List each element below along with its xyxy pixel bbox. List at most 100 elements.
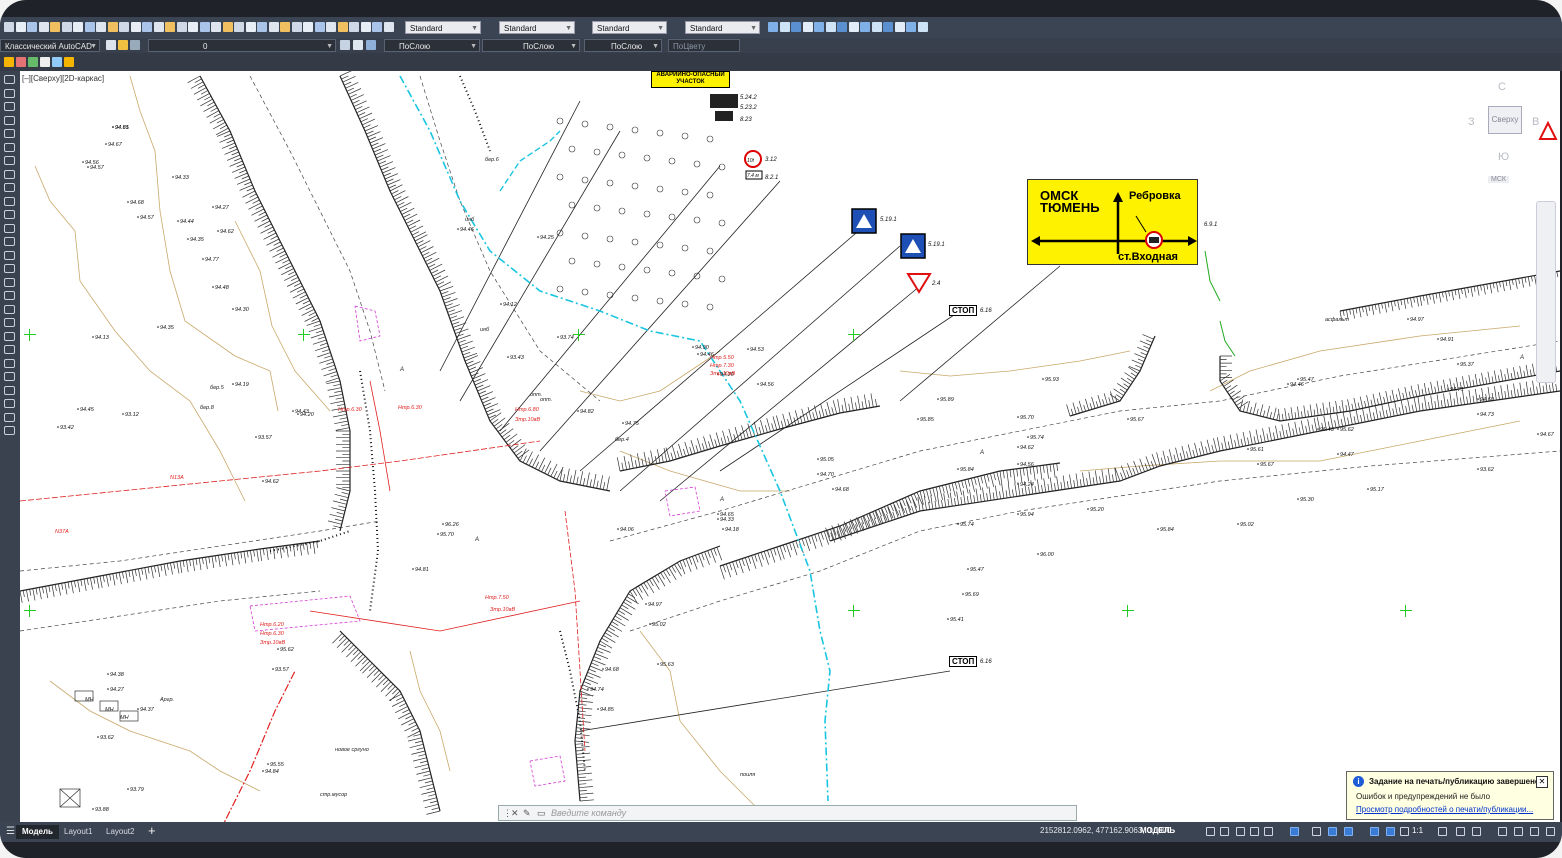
toolbar-tool-22-icon[interactable] [257, 22, 267, 32]
dim-style-combo[interactable]: Standard ▼ [499, 21, 575, 34]
linetype-combo[interactable]: ПоСлою ▼ [482, 39, 580, 52]
tab-model[interactable]: Модель [16, 825, 59, 839]
drawing-canvas[interactable]: 5.24.2 5.23.2 8.23 3.12 8.2.1 5.19.1 5.19.1 2.4… [20, 71, 1560, 822]
lineweight-combo[interactable]: ПоСлою ▼ [584, 39, 662, 52]
status-toggle-14-icon[interactable] [1472, 827, 1481, 836]
layer-tool-2-icon[interactable] [130, 40, 140, 50]
status-toggle-16-icon[interactable] [1514, 827, 1523, 836]
view-tool-1-icon[interactable] [779, 22, 790, 32]
toolbar-tool-12-icon[interactable] [142, 22, 152, 32]
toolbar-tool-23-icon[interactable] [268, 22, 279, 32]
status-toggle-4-icon[interactable] [1264, 827, 1273, 836]
close-icon[interactable]: ✕ [511, 808, 519, 819]
draw-tool-2-icon[interactable] [4, 102, 15, 111]
view-tool-10-icon[interactable] [883, 22, 893, 32]
text-style-combo[interactable]: Standard ▼ [405, 21, 481, 34]
draw-tool-19-icon[interactable] [4, 331, 15, 341]
status-toggle-6-icon[interactable] [1312, 827, 1321, 836]
navigation-bar[interactable] [1536, 201, 1556, 383]
toolbar-tool-27-icon[interactable] [314, 22, 325, 32]
toolbar-tool-24-icon[interactable] [280, 22, 290, 32]
toolbar-tool-33-icon[interactable] [383, 22, 394, 32]
viewcube-south[interactable]: Ю [1498, 151, 1509, 163]
extra-tool-5-icon[interactable] [64, 57, 74, 67]
draw-tool-24-icon[interactable] [4, 399, 15, 408]
draw-tool-6-icon[interactable] [4, 156, 15, 165]
toolbar-tool-7-icon[interactable] [84, 22, 95, 32]
status-toggle-8-icon[interactable] [1344, 827, 1353, 836]
toolbar-tool-25-icon[interactable] [291, 22, 302, 32]
toolbar-tool-31-icon[interactable] [360, 22, 371, 32]
draw-tool-22-icon[interactable] [4, 372, 15, 381]
view-tool-9-icon[interactable] [871, 22, 882, 32]
tab-layout2[interactable]: Layout2 [100, 825, 140, 839]
toolbar-tool-32-icon[interactable] [372, 22, 382, 32]
status-toggle-15-icon[interactable] [1498, 827, 1507, 836]
draw-tool-3-icon[interactable] [4, 115, 15, 125]
toolbar-tool-13-icon[interactable] [153, 22, 164, 32]
status-toggle-17-icon[interactable] [1530, 827, 1539, 836]
toolbar-tool-0-icon[interactable] [4, 22, 14, 32]
property-tool-0-icon[interactable] [340, 40, 350, 50]
toolbar-tool-4-icon[interactable] [50, 22, 60, 32]
menu-icon[interactable]: ☰ [6, 826, 15, 837]
viewcube-east[interactable]: В [1532, 116, 1539, 128]
toolbar-tool-11-icon[interactable] [130, 22, 141, 32]
viewcube-north[interactable]: С [1498, 81, 1506, 93]
status-toggle-0-icon[interactable] [1206, 827, 1215, 836]
draw-tool-20-icon[interactable] [4, 345, 15, 354]
status-toggle-7-icon[interactable] [1328, 827, 1337, 836]
draw-tool-17-icon[interactable] [4, 304, 15, 314]
draw-tool-9-icon[interactable] [4, 196, 15, 206]
toolbar-tool-19-icon[interactable] [222, 22, 233, 32]
layer-combo[interactable]: 0 ▼ [148, 39, 336, 52]
toolbar-tool-20-icon[interactable] [234, 22, 244, 32]
command-line[interactable]: ⋮ ✕ ✎ ▭ Введите команду [498, 805, 1077, 821]
color-combo[interactable]: ПоСлою ▼ [384, 39, 480, 52]
extra-tool-1-icon[interactable] [16, 57, 26, 67]
extra-tool-4-icon[interactable] [52, 57, 62, 67]
view-tool-8-icon[interactable] [860, 22, 870, 32]
view-tool-0-icon[interactable] [768, 22, 778, 32]
view-tool-7-icon[interactable] [848, 22, 859, 32]
command-input[interactable]: Введите команду [551, 808, 626, 818]
model-space-toggle[interactable]: МОДЕЛЬ [1140, 826, 1175, 835]
draw-tool-4-icon[interactable] [4, 129, 15, 138]
toolbar-tool-15-icon[interactable] [176, 22, 187, 32]
draw-tool-12-icon[interactable] [4, 237, 15, 246]
view-tool-2-icon[interactable] [791, 22, 801, 32]
view-tool-4-icon[interactable] [814, 22, 824, 32]
status-toggle-3-icon[interactable] [1250, 827, 1259, 836]
toolbar-tool-5-icon[interactable] [61, 22, 72, 32]
draw-tool-7-icon[interactable] [4, 169, 15, 179]
draw-tool-23-icon[interactable] [4, 385, 15, 395]
draw-tool-5-icon[interactable] [4, 142, 15, 152]
status-toggle-2-icon[interactable] [1236, 827, 1245, 836]
draw-tool-0-icon[interactable] [4, 75, 15, 84]
annotation-scale[interactable]: 1:1 [1412, 826, 1423, 835]
extra-tool-3-icon[interactable] [40, 57, 50, 67]
draw-tool-13-icon[interactable] [4, 250, 15, 260]
property-tool-1-icon[interactable] [353, 40, 363, 50]
draw-tool-11-icon[interactable] [4, 223, 15, 233]
mleader-style-combo[interactable]: Standard ▼ [685, 21, 760, 34]
draw-tool-16-icon[interactable] [4, 291, 15, 300]
status-toggle-5-icon[interactable] [1290, 827, 1299, 836]
status-toggle-12-icon[interactable] [1438, 827, 1447, 836]
toolbar-tool-26-icon[interactable] [303, 22, 313, 32]
draw-tool-26-icon[interactable] [4, 426, 15, 435]
toolbar-tool-1-icon[interactable] [15, 22, 26, 32]
status-toggle-1-icon[interactable] [1220, 827, 1229, 836]
draw-tool-18-icon[interactable] [4, 318, 15, 327]
toolbar-tool-28-icon[interactable] [326, 22, 336, 32]
toolbar-tool-21-icon[interactable] [245, 22, 256, 32]
draw-tool-15-icon[interactable] [4, 277, 15, 287]
layer-tool-0-icon[interactable] [106, 40, 116, 50]
view-tool-13-icon[interactable] [917, 22, 928, 32]
view-tool-11-icon[interactable] [894, 22, 905, 32]
toolbar-tool-30-icon[interactable] [349, 22, 359, 32]
viewcube[interactable]: С Ю З В Сверху МСК [1468, 79, 1552, 189]
draw-tool-1-icon[interactable] [4, 88, 15, 98]
draw-tool-10-icon[interactable] [4, 210, 15, 219]
toolbar-tool-18-icon[interactable] [211, 22, 221, 32]
